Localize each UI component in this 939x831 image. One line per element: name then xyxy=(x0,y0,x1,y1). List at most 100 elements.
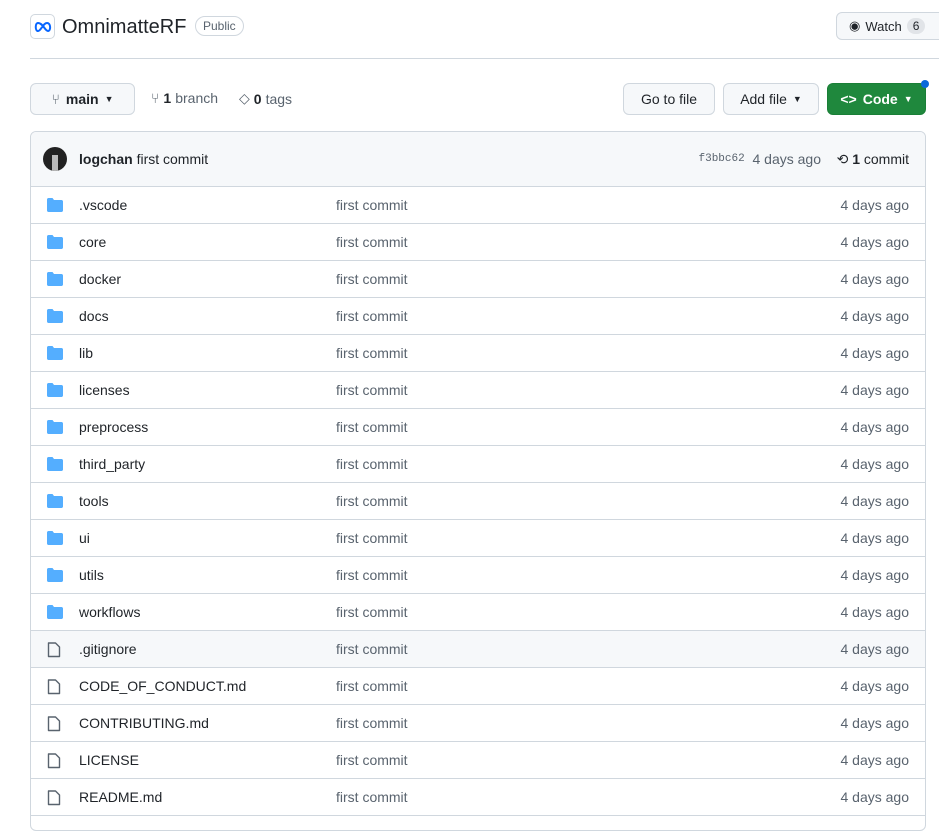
file-row[interactable]: LICENSE first commit 4 days ago xyxy=(31,742,925,779)
file-row[interactable]: lib first commit 4 days ago xyxy=(31,335,925,372)
watch-button[interactable]: ◉ Watch 6 xyxy=(836,12,939,40)
file-icon xyxy=(47,716,61,735)
file-browser: logchan first commit f3bbc62 4 days ago … xyxy=(30,131,926,831)
repo-title[interactable]: OmnimatteRF xyxy=(62,15,186,39)
file-name-link[interactable]: docs xyxy=(79,308,109,324)
file-row[interactable]: docker first commit 4 days ago xyxy=(31,261,925,298)
file-name-link[interactable]: CODE_OF_CONDUCT.md xyxy=(79,678,246,694)
folder-icon xyxy=(47,235,63,252)
folder-icon xyxy=(47,531,63,548)
code-button[interactable]: <> Code ▼ xyxy=(827,83,926,115)
file-row[interactable]: workflows first commit 4 days ago xyxy=(31,594,925,631)
file-age: 4 days ago xyxy=(840,345,910,361)
file-name-link[interactable]: .vscode xyxy=(79,197,127,213)
folder-icon xyxy=(47,494,63,511)
commit-message-link[interactable]: first commit xyxy=(336,419,408,435)
file-age: 4 days ago xyxy=(840,567,910,583)
add-file-button[interactable]: Add file ▼ xyxy=(723,83,819,115)
branch-icon: ⑂ xyxy=(51,91,60,107)
branch-select-button[interactable]: ⑂ main ▼ xyxy=(30,83,135,115)
file-age: 4 days ago xyxy=(840,382,910,398)
commit-message-link[interactable]: first commit xyxy=(336,197,408,213)
latest-commit-bar: logchan first commit f3bbc62 4 days ago … xyxy=(31,132,925,187)
file-name-link[interactable]: ui xyxy=(79,530,90,546)
folder-icon xyxy=(47,420,63,437)
folder-icon xyxy=(47,568,63,585)
commit-message-link[interactable]: first commit xyxy=(336,789,408,805)
file-name-link[interactable]: preprocess xyxy=(79,419,148,435)
commit-sha[interactable]: f3bbc62 xyxy=(699,153,745,165)
commit-message-link[interactable]: first commit xyxy=(336,234,408,250)
caret-down-icon: ▼ xyxy=(792,94,802,104)
file-name-link[interactable]: README.md xyxy=(79,789,162,805)
commit-message-link[interactable]: first commit xyxy=(336,641,408,657)
file-row[interactable]: CONTRIBUTING.md first commit 4 days ago xyxy=(31,705,925,742)
folder-icon xyxy=(47,198,63,215)
folder-icon xyxy=(47,383,63,400)
commit-message-link[interactable]: first commit xyxy=(336,493,408,509)
commit-author[interactable]: logchan xyxy=(79,151,133,167)
commit-message-link[interactable]: first commit xyxy=(336,530,408,546)
file-age: 4 days ago xyxy=(840,641,910,657)
folder-icon xyxy=(47,457,63,474)
commit-message-link[interactable]: first commit xyxy=(336,308,408,324)
file-icon xyxy=(47,790,61,809)
commit-message-link[interactable]: first commit xyxy=(336,382,408,398)
file-age: 4 days ago xyxy=(840,456,910,472)
tags-link[interactable]: ◇ 0 tags xyxy=(239,90,292,107)
file-row[interactable]: preprocess first commit 4 days ago xyxy=(31,409,925,446)
file-name-link[interactable]: LICENSE xyxy=(79,752,139,768)
commits-link[interactable]: ⟲ 1 commit xyxy=(837,151,909,168)
file-row[interactable]: CODE_OF_CONDUCT.md first commit 4 days a… xyxy=(31,668,925,705)
file-name-link[interactable]: third_party xyxy=(79,456,145,472)
file-name-link[interactable]: workflows xyxy=(79,604,140,620)
folder-icon xyxy=(47,346,63,363)
file-age: 4 days ago xyxy=(840,493,910,509)
file-row[interactable]: utils first commit 4 days ago xyxy=(31,557,925,594)
file-name-link[interactable]: .gitignore xyxy=(79,641,137,657)
file-row[interactable]: ui first commit 4 days ago xyxy=(31,520,925,557)
file-age: 4 days ago xyxy=(840,715,910,731)
commit-message-link[interactable]: first commit xyxy=(336,752,408,768)
file-age: 4 days ago xyxy=(840,419,910,435)
file-row[interactable]: licenses first commit 4 days ago xyxy=(31,372,925,409)
commit-message-link[interactable]: first commit xyxy=(336,678,408,694)
branch-icon: ⑂ xyxy=(151,90,160,106)
file-row[interactable]: .vscode first commit 4 days ago xyxy=(31,187,925,224)
file-row[interactable]: README.md first commit 4 days ago xyxy=(31,779,925,816)
file-name-link[interactable]: tools xyxy=(79,493,109,509)
file-name-link[interactable]: lib xyxy=(79,345,93,361)
branches-link[interactable]: ⑂ 1 branch xyxy=(151,90,218,106)
commit-message-link[interactable]: first commit xyxy=(336,715,408,731)
commit-message-link[interactable]: first commit xyxy=(336,271,408,287)
file-name-link[interactable]: licenses xyxy=(79,382,130,398)
code-icon: <> xyxy=(840,91,857,107)
commit-message-link[interactable]: first commit xyxy=(336,456,408,472)
file-age: 4 days ago xyxy=(840,308,910,324)
folder-icon xyxy=(47,309,63,326)
file-row[interactable]: core first commit 4 days ago xyxy=(31,224,925,261)
go-to-file-button[interactable]: Go to file xyxy=(623,83,715,115)
file-row[interactable]: .gitignore first commit 4 days ago xyxy=(31,631,925,668)
file-row[interactable]: tools first commit 4 days ago xyxy=(31,483,925,520)
file-name-link[interactable]: utils xyxy=(79,567,104,583)
file-icon xyxy=(47,642,61,661)
meta-logo-icon xyxy=(30,14,55,39)
watch-count: 6 xyxy=(906,18,926,34)
file-age: 4 days ago xyxy=(840,271,910,287)
commit-message-link[interactable]: first commit xyxy=(336,567,408,583)
file-age: 4 days ago xyxy=(840,752,910,768)
file-row[interactable]: docs first commit 4 days ago xyxy=(31,298,925,335)
notification-dot xyxy=(921,80,929,88)
file-row[interactable]: third_party first commit 4 days ago xyxy=(31,446,925,483)
history-icon: ⟲ xyxy=(836,150,849,167)
file-age: 4 days ago xyxy=(840,604,910,620)
file-name-link[interactable]: CONTRIBUTING.md xyxy=(79,715,209,731)
file-name-link[interactable]: core xyxy=(79,234,106,250)
folder-icon xyxy=(47,272,63,289)
avatar[interactable] xyxy=(43,147,67,171)
commit-message-link[interactable]: first commit xyxy=(336,345,408,361)
commit-message[interactable]: first commit xyxy=(137,151,209,167)
commit-message-link[interactable]: first commit xyxy=(336,604,408,620)
file-name-link[interactable]: docker xyxy=(79,271,121,287)
